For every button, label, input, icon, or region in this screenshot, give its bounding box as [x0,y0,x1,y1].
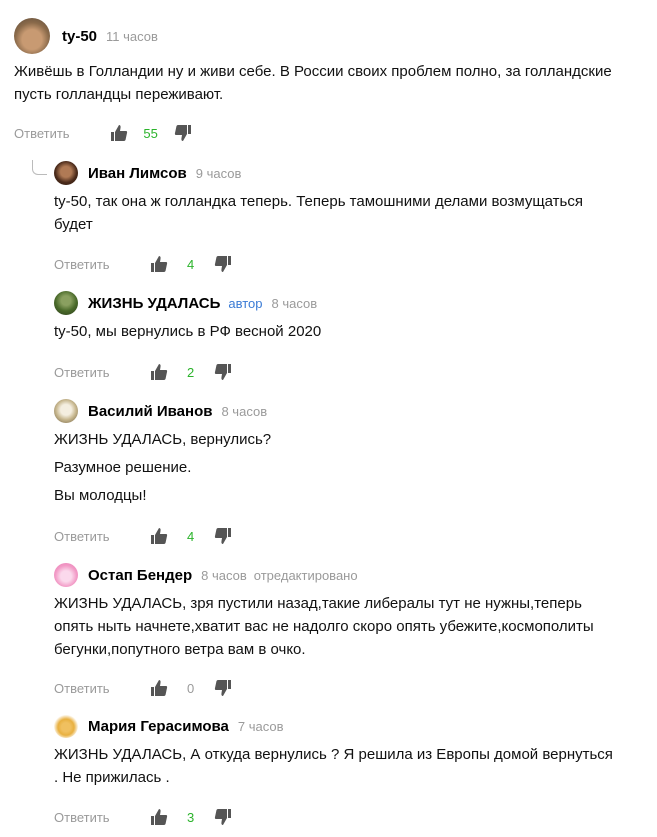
comment: Остап Бендер 8 часов отредактировано ЖИЗ… [54,562,614,666]
monkey-avatar[interactable] [54,563,78,587]
comment: ЖИЗНЬ УДАЛАСЬ автор 8 часов ty-50, мы ве… [54,290,614,348]
garden-avatar[interactable] [54,291,78,315]
thumbs-down-icon[interactable] [174,124,192,142]
thumbs-up-icon[interactable] [150,527,168,545]
reply-button[interactable]: Ответить [54,681,110,696]
comment-actions: Ответить 0 [54,678,232,698]
reply-button[interactable]: Ответить [54,810,110,825]
comment-actions: Ответить 4 [54,526,232,546]
thumbs-down-icon[interactable] [214,527,232,545]
comment-paragraph: ЖИЗНЬ УДАЛАСЬ, зря пустили назад,такие л… [54,595,594,658]
comment-time: 8 часов [221,403,268,419]
comment-paragraph: ЖИЗНЬ УДАЛАСЬ, вернулись? [54,431,272,448]
thumbs-down-icon[interactable] [214,363,232,381]
thread-line [32,160,47,175]
comment-time: 11 часов [106,28,158,44]
comment-actions: Ответить 4 [54,254,232,274]
comment-paragraph: ЖИЗНЬ УДАЛАСЬ, А откуда вернулись ? Я ре… [54,746,613,786]
comment-header: Иван Лимсов 9 часов [54,160,614,186]
comment-header: Василий Иванов 8 часов [54,398,614,424]
comment-actions: Ответить 2 [54,362,232,382]
comment-paragraph: ty-50, так она ж голландка теперь. Тепер… [54,193,583,233]
comment: Иван Лимсов 9 часов ty-50, так она ж гол… [54,160,614,241]
thumbs-up-icon[interactable] [150,255,168,273]
thumbs-up-icon[interactable] [150,679,168,697]
likes-count: 4 [186,528,195,544]
comment-header: ty-50 11 часов [14,18,634,54]
likes-count: 4 [186,256,195,272]
flame-avatar[interactable] [54,714,78,738]
comment-text: ty-50, мы вернулись в РФ весной 2020 [54,320,614,343]
comment-text: ЖИЗНЬ УДАЛАСЬ, зря пустили назад,такие л… [54,592,614,661]
reply-button[interactable]: Ответить [54,257,110,272]
author-name[interactable]: ty-50 [62,28,97,45]
comment-time: 9 часов [195,165,242,181]
thumbs-down-icon[interactable] [214,255,232,273]
author-name[interactable]: ЖИЗНЬ УДАЛАСЬ [88,295,220,312]
thumbs-up-icon[interactable] [150,363,168,381]
author-name[interactable]: Мария Герасимова [88,718,229,735]
comment-header: ЖИЗНЬ УДАЛАСЬ автор 8 часов [54,290,614,316]
reply-button[interactable]: Ответить [54,529,110,544]
comment: Василий Иванов 8 часов ЖИЗНЬ УДАЛАСЬ, ве… [54,398,614,512]
comment-header: Мария Герасимова 7 часов [54,713,614,739]
portrait-avatar[interactable] [54,161,78,185]
likes-count: 3 [186,809,195,825]
comment-text: ЖИЗНЬ УДАЛАСЬ, А откуда вернулись ? Я ре… [54,743,614,789]
comment-actions: Ответить 3 [54,807,232,827]
comment-time: 8 часов [271,295,318,311]
comment-text: Живёшь в Голландии ну и живи себе. В Рос… [14,60,634,106]
comment-time: 8 часов [201,567,247,583]
likes-count: 0 [186,680,195,696]
comment-text: ty-50, так она ж голландка теперь. Тепер… [54,190,614,236]
comment-actions: Ответить 55 [14,123,192,143]
mask-avatar[interactable] [54,399,78,423]
author-name[interactable]: Василий Иванов [88,403,212,420]
reply-button[interactable]: Ответить [14,126,70,141]
likes-count: 2 [186,364,195,380]
comment-paragraph: ty-50, мы вернулись в РФ весной 2020 [54,323,322,340]
comment: ty-50 11 часов Живёшь в Голландии ну и ж… [14,18,634,111]
comment-header: Остап Бендер 8 часов отредактировано [54,562,614,588]
comment-paragraph: Разумное решение. [54,459,192,476]
thumbs-up-icon[interactable] [150,808,168,826]
likes-count: 55 [143,125,158,141]
author-name[interactable]: Остап Бендер [88,567,192,584]
reply-button[interactable]: Ответить [54,365,110,380]
dog-avatar[interactable] [14,18,50,54]
author-name[interactable]: Иван Лимсов [88,165,187,182]
comment-text: ЖИЗНЬ УДАЛАСЬ, вернулись? Разумное решен… [54,428,614,507]
comment-paragraph: Вы молодцы! [54,487,147,504]
comment-time: 7 часов [237,718,284,734]
comment-paragraph: Живёшь в Голландии ну и живи себе. В Рос… [14,63,612,103]
comment: Мария Герасимова 7 часов ЖИЗНЬ УДАЛАСЬ, … [54,713,614,794]
edited-label: отредактировано [253,567,358,583]
author-badge: автор [228,295,263,311]
thumbs-down-icon[interactable] [214,679,232,697]
thumbs-up-icon[interactable] [110,124,128,142]
thumbs-down-icon[interactable] [214,808,232,826]
